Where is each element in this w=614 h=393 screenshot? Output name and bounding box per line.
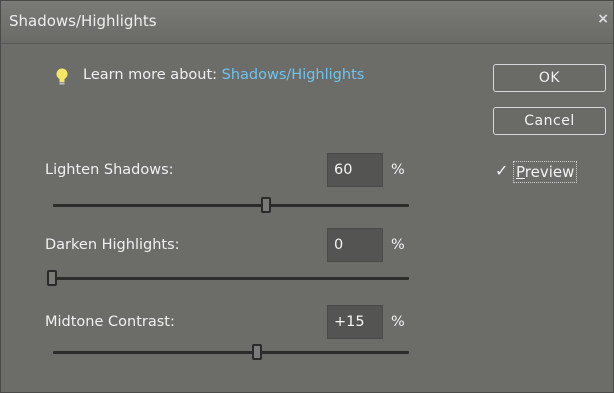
lighten-shadows-thumb[interactable]: [260, 197, 271, 213]
dialog-title: Shadows/Highlights: [9, 12, 157, 30]
lighten-shadows-unit: %: [391, 162, 405, 178]
learn-more-link[interactable]: Shadows/Highlights: [222, 67, 365, 83]
checkmark-icon[interactable]: ✓: [495, 161, 508, 180]
close-icon[interactable]: ×: [597, 11, 609, 27]
learn-more-label: Learn more about:: [83, 67, 218, 83]
darken-highlights-label: Darken Highlights:: [45, 237, 180, 253]
ok-button[interactable]: OK: [493, 64, 606, 92]
title-bar[interactable]: Shadows/Highlights ×: [1, 1, 613, 44]
midtone-contrast-label: Midtone Contrast:: [45, 314, 175, 330]
lighten-shadows-track[interactable]: [53, 204, 409, 207]
midtone-contrast-unit: %: [391, 314, 405, 330]
shadows-highlights-dialog: Shadows/Highlights × Learn more about: S…: [0, 0, 614, 393]
darken-highlights-track[interactable]: [53, 277, 409, 280]
preview-mnemonic: P: [516, 163, 525, 181]
darken-highlights-thumb[interactable]: [47, 270, 57, 286]
darken-highlights-unit: %: [391, 237, 405, 253]
midtone-contrast-thumb[interactable]: [251, 344, 262, 360]
lighten-shadows-label: Lighten Shadows:: [45, 162, 174, 178]
cancel-button[interactable]: Cancel: [493, 107, 606, 135]
preview-label[interactable]: Preview: [513, 161, 578, 183]
learn-more-row: Learn more about: Shadows/Highlights: [83, 67, 364, 83]
lighten-shadows-input[interactable]: 60: [327, 153, 383, 187]
darken-highlights-input[interactable]: 0: [327, 228, 383, 262]
preview-label-rest: review: [524, 163, 575, 181]
lightbulb-icon: [56, 68, 68, 85]
midtone-contrast-input[interactable]: +15: [327, 305, 383, 339]
midtone-contrast-track[interactable]: [53, 351, 409, 354]
